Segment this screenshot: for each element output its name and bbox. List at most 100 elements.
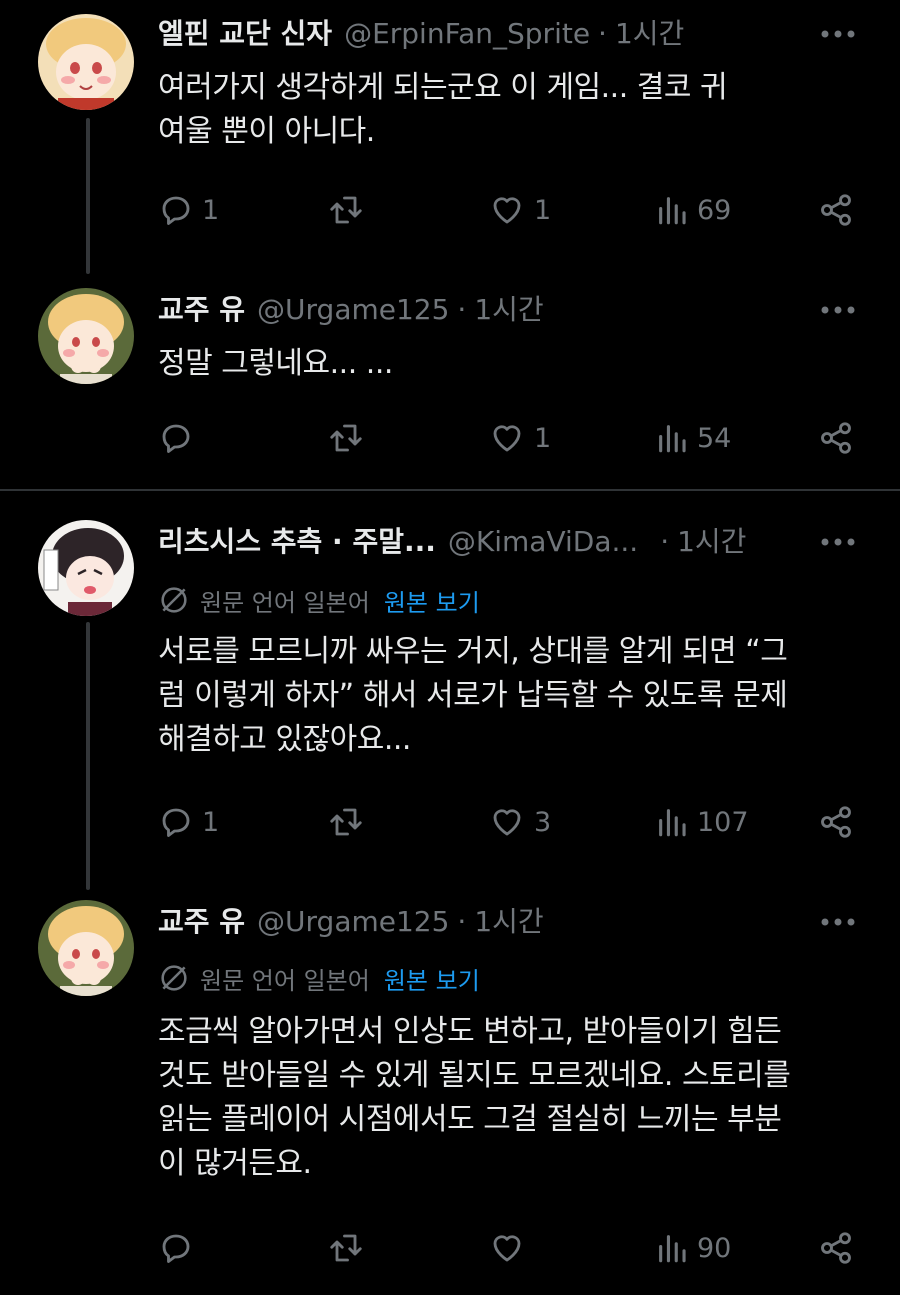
user-handle[interactable]: @ErpinFan_Sprite xyxy=(344,14,590,54)
thread-divider xyxy=(0,489,900,491)
like-count: 1 xyxy=(534,194,552,226)
tweet[interactable]: 엘핀 교단 신자 @ErpinFan_Sprite · 1시간 여러가지 생각하… xyxy=(0,14,900,274)
more-icon xyxy=(821,30,855,38)
share-icon xyxy=(821,1232,851,1264)
tweet-text-line: 여울 뿐이 아니다. xyxy=(158,114,375,149)
like-button[interactable]: 3 xyxy=(488,800,551,844)
separator: · xyxy=(457,293,467,326)
share-button[interactable] xyxy=(818,800,854,844)
timestamp[interactable]: 1시간 xyxy=(474,290,543,330)
timestamp[interactable]: 1시간 xyxy=(677,522,746,562)
user-handle[interactable]: @Urgame125 xyxy=(257,902,449,942)
view-count: 54 xyxy=(697,422,732,454)
views-button[interactable]: 54 xyxy=(655,416,731,460)
reply-button[interactable] xyxy=(158,1226,202,1270)
view-count: 90 xyxy=(697,1232,732,1264)
more-button[interactable] xyxy=(820,522,856,562)
tweet-text-line: 해결하고 있잖아요... xyxy=(158,722,411,757)
reply-button[interactable]: 1 xyxy=(158,188,219,232)
avatar[interactable] xyxy=(38,900,134,996)
share-icon xyxy=(821,806,851,838)
tweet-text-line: 읽는 플레이어 시점에서도 그걸 절실히 느끼는 부분 xyxy=(158,1102,782,1137)
like-button[interactable] xyxy=(488,1226,534,1270)
tweet-text-line: 것도 받아들일 수 있게 될지도 모르겠네요. 스토리를 xyxy=(158,1058,791,1093)
retweet-button[interactable] xyxy=(328,416,372,460)
tweet-text-line: 럼 이렇게 하자” 해서 서로가 납득할 수 있도록 문제 xyxy=(158,678,788,713)
timestamp[interactable]: 1시간 xyxy=(474,902,543,942)
tweet-header: 엘핀 교단 신자 @ErpinFan_Sprite · 1시간 xyxy=(158,14,684,54)
more-icon xyxy=(821,538,855,546)
heart-icon xyxy=(493,1235,521,1262)
translate-icon xyxy=(161,587,187,613)
translate-icon xyxy=(161,965,187,991)
like-count: 3 xyxy=(534,806,552,838)
retweet-icon xyxy=(330,808,362,836)
tweet-text-line: 서로를 모르니까 싸우는 거지, 상대를 알게 되면 “그 xyxy=(158,634,788,669)
heart-icon xyxy=(493,809,521,836)
thread-line xyxy=(86,622,90,890)
like-count: 1 xyxy=(534,422,552,454)
show-original-link[interactable]: 원본 보기 xyxy=(384,583,480,618)
share-button[interactable] xyxy=(818,416,854,460)
thread-line xyxy=(86,118,90,274)
reply-button[interactable] xyxy=(158,416,202,460)
timestamp[interactable]: 1시간 xyxy=(615,14,684,54)
like-button[interactable]: 1 xyxy=(488,416,551,460)
translation-notice: 원문 언어 일본어 원본 보기 xyxy=(158,582,480,618)
display-name[interactable]: 교주 유 xyxy=(158,902,245,942)
reply-icon xyxy=(162,424,190,453)
heart-icon xyxy=(493,425,521,452)
translation-notice: 원문 언어 일본어 원본 보기 xyxy=(158,960,480,996)
action-bar: 1 3 107 xyxy=(158,800,858,844)
tweet-text-line: 이 많거든요. xyxy=(158,1146,312,1181)
show-original-link[interactable]: 원본 보기 xyxy=(384,961,480,996)
avatar[interactable] xyxy=(38,14,134,110)
more-button[interactable] xyxy=(820,14,856,54)
action-bar: 1 54 xyxy=(158,416,858,460)
reply-icon xyxy=(162,196,190,225)
tweet[interactable]: 리츠시스 추측 · 주말... @KimaViDa... · 1시간 원문 언어… xyxy=(0,520,900,890)
avatar[interactable] xyxy=(38,288,134,384)
tweet[interactable]: 교주 유 @Urgame125 · 1시간 원문 언어 일본어 원본 보기 조금… xyxy=(0,900,900,1280)
tweet-text-line: 정말 그렇네요... ... xyxy=(158,346,393,381)
retweet-icon xyxy=(330,196,362,224)
views-button[interactable]: 90 xyxy=(655,1226,731,1270)
avatar[interactable] xyxy=(38,520,134,616)
display-name[interactable]: 엘핀 교단 신자 xyxy=(158,14,332,54)
translation-label: 원문 언어 일본어 xyxy=(200,966,370,995)
more-button[interactable] xyxy=(820,290,856,330)
retweet-icon xyxy=(330,1234,362,1262)
display-name[interactable]: 리츠시스 추측 · 주말... xyxy=(158,522,436,562)
share-icon xyxy=(821,422,851,454)
separator: · xyxy=(598,17,607,50)
views-icon xyxy=(659,809,686,837)
reply-icon xyxy=(162,808,190,837)
more-icon xyxy=(821,918,855,926)
reply-button[interactable]: 1 xyxy=(158,800,219,844)
more-icon xyxy=(821,306,855,314)
user-handle[interactable]: @Urgame125 xyxy=(257,290,449,330)
views-button[interactable]: 107 xyxy=(655,800,749,844)
tweet-text-line: 조금씩 알아가면서 인상도 변하고, 받아들이기 힘든 xyxy=(158,1014,782,1049)
translation-label: 원문 언어 일본어 xyxy=(200,588,370,617)
tweet-text: 여러가지 생각하게 되는군요 이 게임... 결코 귀 여울 뿐이 아니다. xyxy=(158,66,858,154)
more-button[interactable] xyxy=(820,902,856,942)
retweet-button[interactable] xyxy=(328,800,372,844)
user-handle[interactable]: @KimaViDa... xyxy=(448,522,638,562)
tweet[interactable]: 교주 유 @Urgame125 · 1시간 정말 그렇네요... ... 1 5… xyxy=(0,288,900,468)
tweet-text: 정말 그렇네요... ... xyxy=(158,342,858,386)
views-button[interactable]: 69 xyxy=(655,188,731,232)
reply-count: 1 xyxy=(202,806,220,838)
share-button[interactable] xyxy=(818,188,854,232)
share-icon xyxy=(821,194,851,226)
views-icon xyxy=(659,197,686,225)
retweet-button[interactable] xyxy=(328,188,372,232)
retweet-button[interactable] xyxy=(328,1226,372,1270)
reply-count: 1 xyxy=(202,194,220,226)
like-button[interactable]: 1 xyxy=(488,188,551,232)
separator: · xyxy=(660,525,670,558)
heart-icon xyxy=(493,197,521,224)
display-name[interactable]: 교주 유 xyxy=(158,290,245,330)
share-button[interactable] xyxy=(818,1226,854,1270)
tweet-header: 교주 유 @Urgame125 · 1시간 xyxy=(158,902,544,942)
